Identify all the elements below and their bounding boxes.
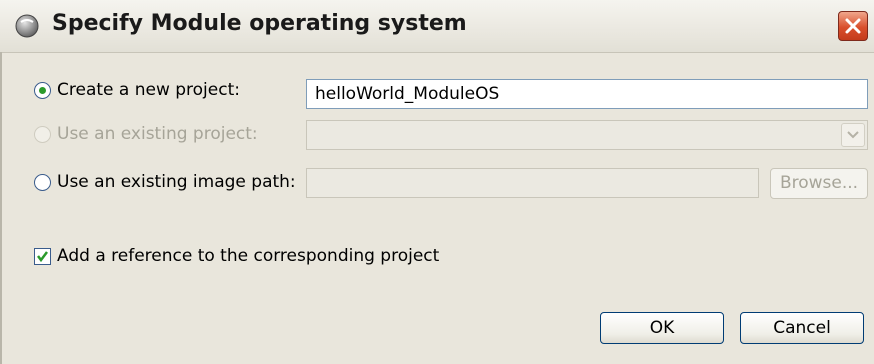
- use-existing-image-path-option[interactable]: Use an existing image path:: [34, 172, 296, 192]
- window-border: [0, 52, 2, 364]
- checkmark-icon: [37, 250, 48, 262]
- eclipse-icon: [15, 14, 39, 38]
- project-name-input[interactable]: helloWorld_ModuleOS: [306, 79, 868, 109]
- use-existing-project-option[interactable]: Use an existing project:: [34, 124, 258, 144]
- create-new-project-label: Create a new project:: [57, 80, 240, 100]
- title-bar[interactable]: Specify Module operating system: [0, 0, 874, 53]
- use-existing-image-path-radio[interactable]: [34, 173, 51, 191]
- add-reference-option[interactable]: Add a reference to the corresponding pro…: [34, 246, 439, 266]
- use-existing-project-radio[interactable]: [34, 125, 51, 143]
- use-existing-image-path-label: Use an existing image path:: [57, 172, 296, 192]
- existing-project-combo[interactable]: [306, 120, 868, 150]
- create-new-project-radio[interactable]: [34, 81, 51, 99]
- add-reference-checkbox[interactable]: [34, 247, 51, 265]
- image-path-input[interactable]: [306, 168, 759, 198]
- chevron-down-icon: [847, 131, 859, 139]
- dialog-title: Specify Module operating system: [52, 11, 467, 36]
- add-reference-label: Add a reference to the corresponding pro…: [57, 246, 440, 266]
- combo-dropdown-button[interactable]: [841, 123, 865, 147]
- close-icon: [845, 18, 861, 34]
- project-name-value: helloWorld_ModuleOS: [315, 84, 500, 104]
- cancel-button[interactable]: Cancel: [740, 312, 864, 344]
- use-existing-project-label: Use an existing project:: [57, 124, 258, 144]
- close-button[interactable]: [838, 11, 868, 41]
- ok-button[interactable]: OK: [600, 312, 724, 344]
- browse-button[interactable]: Browse...: [770, 168, 868, 199]
- create-new-project-option[interactable]: Create a new project:: [34, 80, 240, 100]
